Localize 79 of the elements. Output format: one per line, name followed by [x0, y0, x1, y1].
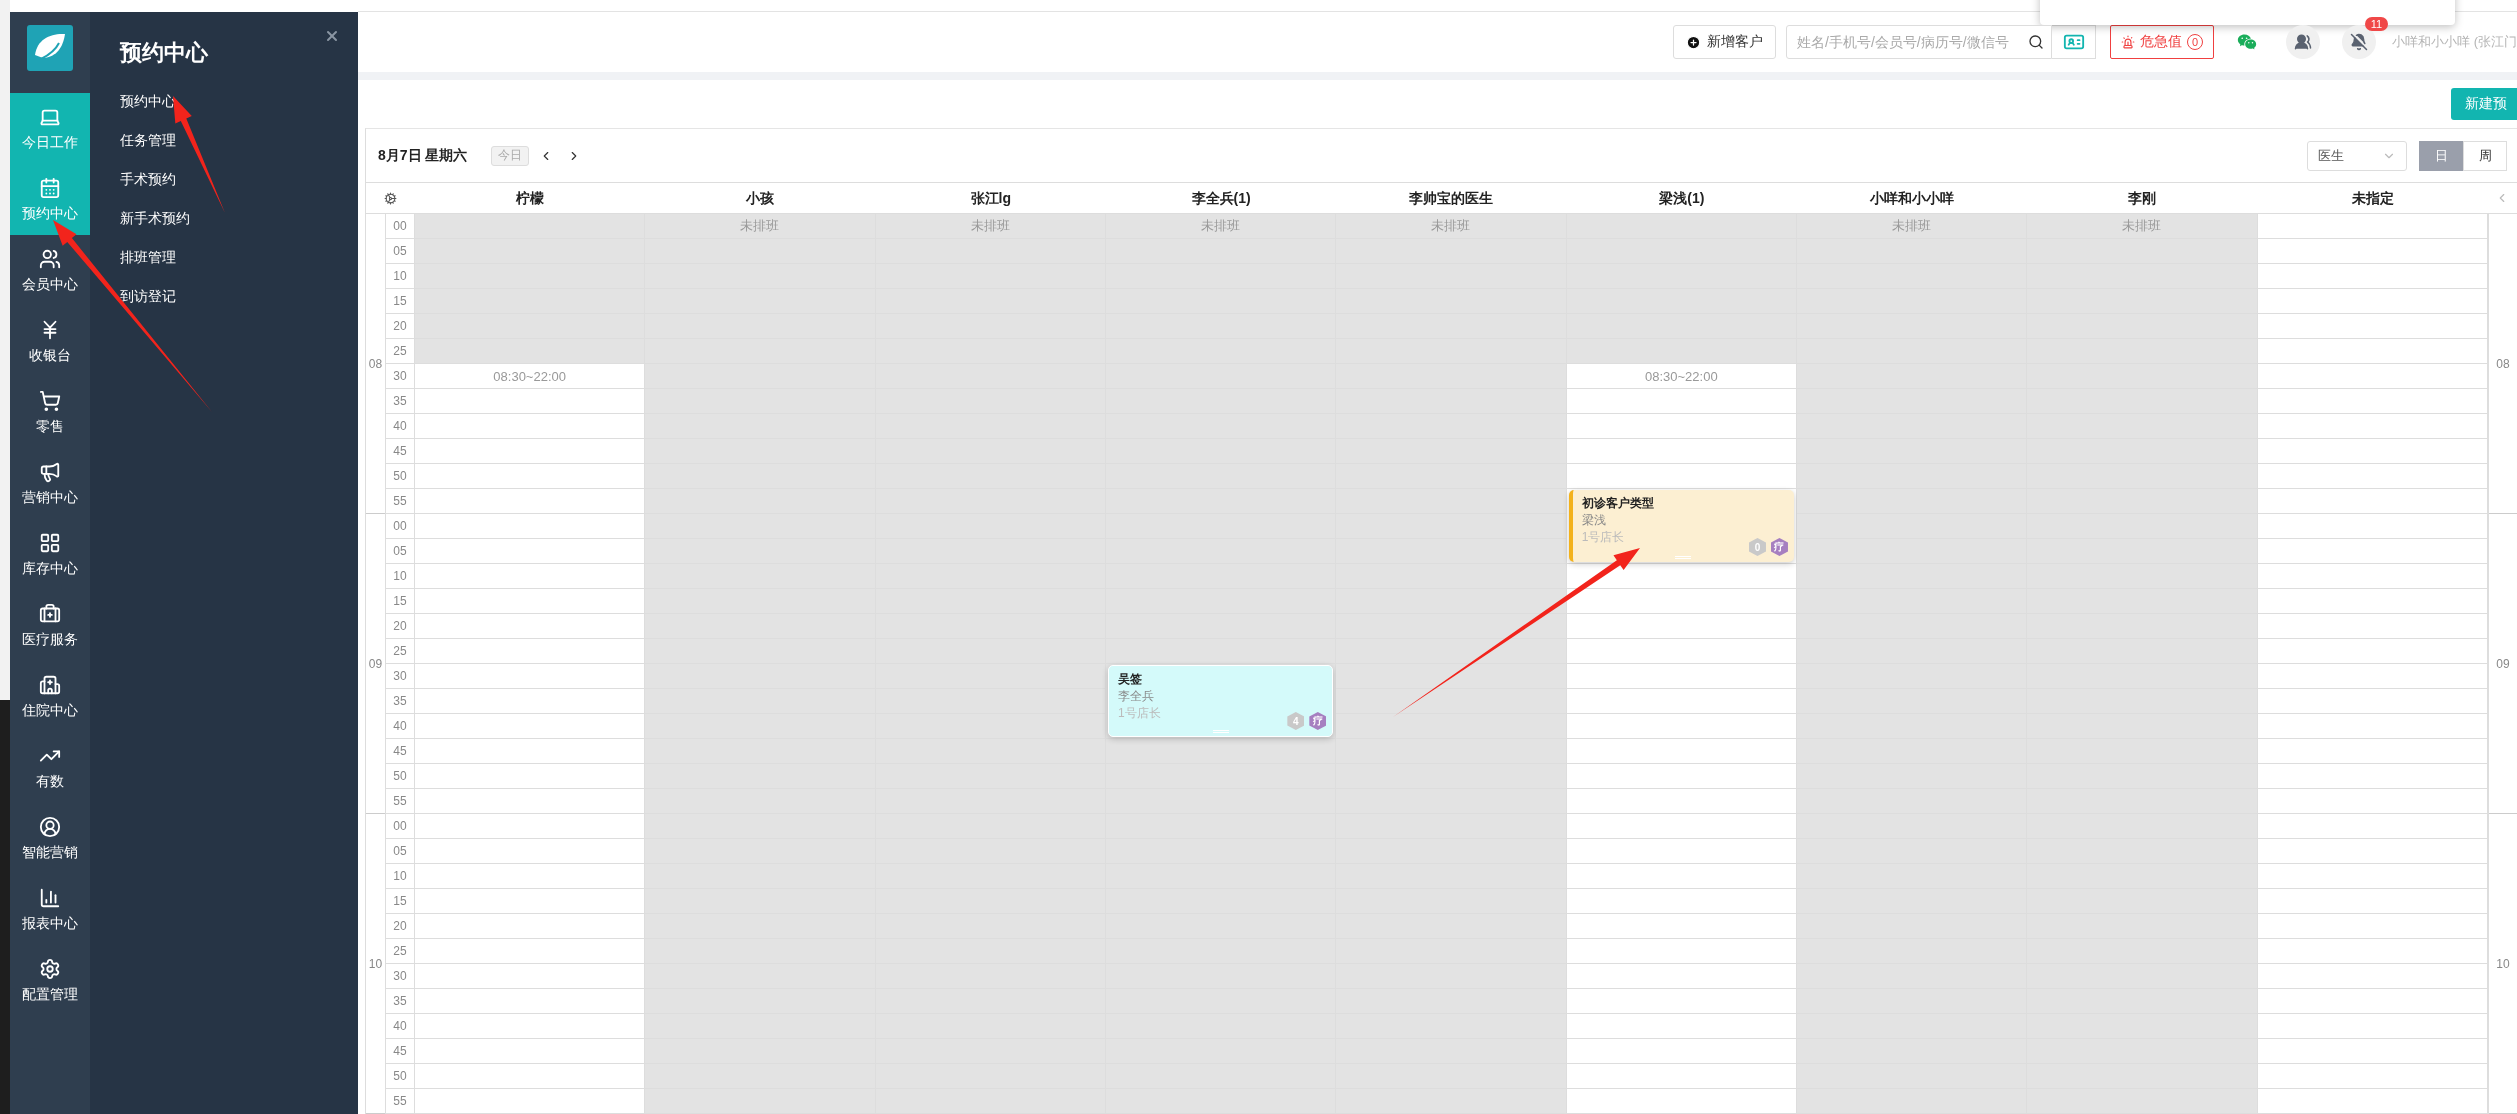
- sidebar-item[interactable]: 零售: [10, 377, 90, 448]
- time-slot[interactable]: [1336, 614, 1566, 639]
- column-header: 李刚: [2127, 189, 2158, 208]
- submenu-item[interactable]: 新手术预约: [120, 199, 190, 238]
- cart-icon: [39, 389, 61, 412]
- column-header: 梁浅(1): [1658, 189, 1706, 208]
- treatment-badge: 疗: [1770, 538, 1788, 556]
- schedule-note: 未排班: [1892, 217, 1932, 235]
- hour-label: 08: [366, 214, 385, 514]
- column-header: 柠檬: [515, 189, 546, 208]
- time-slot[interactable]: [1336, 589, 1566, 614]
- hour-label: 10: [2488, 814, 2517, 1114]
- plus-icon: [1686, 34, 1702, 50]
- submenu-title: 预约中心: [120, 39, 208, 67]
- staff-role: 1号店长: [1118, 705, 1161, 722]
- user-circle-icon: [39, 815, 61, 838]
- schedule-note: 08:30~22:00: [493, 368, 566, 384]
- sidebar-item[interactable]: 报表中心: [10, 874, 90, 945]
- submenu-item[interactable]: 到访登记: [120, 277, 176, 316]
- bell-off-icon: [2350, 33, 2369, 51]
- hour-label: 09: [2488, 514, 2517, 814]
- schedule-note: 未排班: [2122, 217, 2162, 235]
- sidebar-item[interactable]: 收银台: [10, 306, 90, 377]
- search-field[interactable]: 姓名/手机号/会员号/病历号/微信号: [1786, 25, 2053, 59]
- schedule-note: 未排班: [970, 217, 1010, 235]
- schedule-note: 未排班: [740, 217, 780, 235]
- schedule-note: 未排班: [1201, 217, 1241, 235]
- sidebar-item[interactable]: 智能营销: [10, 803, 90, 874]
- chat-icon: [2237, 32, 2258, 52]
- submenu-item[interactable]: 任务管理: [120, 121, 176, 160]
- hospital-icon: [39, 673, 61, 696]
- column-header: 李全兵(1): [1190, 189, 1252, 208]
- patient-name: 初诊客户类型: [1581, 495, 1654, 512]
- column-header: 未指定: [2350, 189, 2395, 208]
- users-icon: [39, 247, 61, 270]
- time-slot[interactable]: [1336, 639, 1566, 664]
- siren-icon: [2121, 35, 2136, 49]
- id-card-button[interactable]: [2052, 25, 2097, 59]
- search-icon[interactable]: [2028, 34, 2045, 50]
- grid-icon: [39, 531, 61, 554]
- sidebar-item[interactable]: 会员中心: [10, 235, 90, 306]
- hour-label: 09: [366, 514, 385, 814]
- alert-button[interactable]: 危急值 0: [2110, 25, 2215, 59]
- doctor-name: 梁浅: [1581, 512, 1606, 529]
- add-customer-button[interactable]: 新增客户: [1673, 25, 1777, 59]
- column-header: 小咩和小小咩: [1869, 189, 1956, 208]
- megaphone-icon: [39, 460, 61, 483]
- sidebar-item[interactable]: 库存中心: [10, 519, 90, 590]
- sidebar-item[interactable]: 有数: [10, 732, 90, 803]
- group-button[interactable]: [2286, 25, 2321, 59]
- view-select[interactable]: 医生: [2307, 140, 2407, 171]
- hour-label: 08: [2488, 214, 2517, 514]
- resize-handle[interactable]: [1212, 730, 1229, 733]
- view-tab[interactable]: 周: [2463, 140, 2507, 171]
- column-header: 小孩: [745, 189, 776, 208]
- staff-role: 1号店长: [1581, 529, 1625, 546]
- doctor-name: 李全兵: [1118, 688, 1154, 705]
- settings-icon: [39, 957, 61, 980]
- patient-name: 吴签: [1118, 671, 1142, 688]
- sidebar-item[interactable]: 配置管理: [10, 945, 90, 1016]
- submenu-item[interactable]: 排班管理: [120, 238, 176, 277]
- column-header: 李帅宝的医生: [1408, 189, 1495, 208]
- hour-label: 10: [366, 814, 385, 1114]
- resize-handle[interactable]: [1675, 556, 1692, 559]
- schedule-note: 08:30~22:00: [1644, 368, 1718, 384]
- column-header: 张江lg: [969, 189, 1013, 208]
- calendar-date: 8月7日 星期六: [378, 146, 468, 165]
- treatment-badge: 疗: [1309, 712, 1327, 730]
- close-icon[interactable]: [324, 28, 340, 44]
- submenu-item[interactable]: 手术预约: [120, 160, 176, 199]
- schedule-note: 未排班: [1431, 217, 1471, 235]
- settings-icon[interactable]: [384, 191, 397, 205]
- sidebar-item[interactable]: 医疗服务: [10, 590, 90, 661]
- sidebar-item[interactable]: 营销中心: [10, 448, 90, 519]
- users-clock-icon: [2294, 33, 2313, 51]
- calendar-icon: [39, 176, 61, 199]
- medical-kit-icon: [39, 602, 61, 625]
- sidebar-item[interactable]: 住院中心: [10, 661, 90, 732]
- bar-chart-icon: [39, 886, 61, 909]
